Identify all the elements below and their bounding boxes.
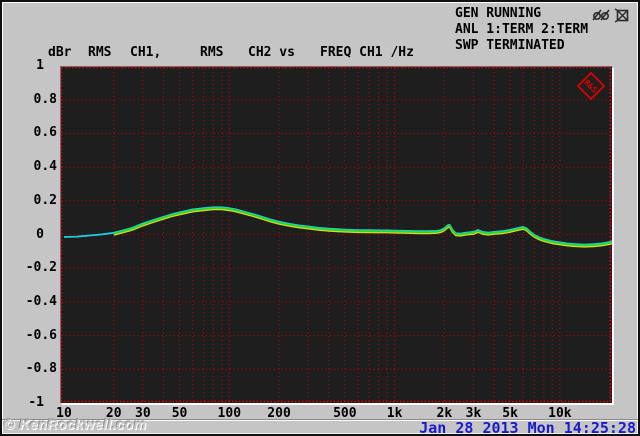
- plot-border: [60, 66, 612, 403]
- trace-ch1: [63, 206, 613, 246]
- status-generator: GEN RUNNING: [455, 6, 542, 21]
- y-tick-label: -0.6: [25, 327, 57, 343]
- watermark: © KenRockwell.com: [4, 416, 147, 432]
- y-tick-label: -1: [28, 395, 44, 410]
- frequency-response-chart: R&S: [60, 66, 613, 403]
- x-axis-label: FREQ CH1 /Hz: [320, 45, 414, 60]
- y-tick-label: 0: [36, 226, 44, 242]
- rs-logo: R&S: [576, 71, 606, 101]
- keyboard-disabled-icon: [592, 9, 610, 21]
- datetime-label: Jan 28 2013 Mon 14:25:28: [419, 419, 636, 436]
- y-tick-label: 0.6: [33, 125, 57, 141]
- y-tick-label: 0.2: [33, 192, 57, 208]
- plot-area: R&S: [60, 66, 613, 403]
- trace2-detector-label: RMS: [200, 45, 224, 60]
- trace2-channel-label: CH2 vs: [248, 45, 295, 60]
- y-tick-label: 1: [36, 58, 44, 73]
- status-sweep: SWP TERMINATED: [455, 38, 565, 53]
- trace1-channel-label: CH1,: [130, 45, 162, 60]
- trace1-detector-label: RMS: [88, 45, 112, 60]
- monitor-disabled-icon: [614, 8, 629, 23]
- y-tick-label: -0.2: [25, 260, 57, 276]
- y-axis-unit: dBr: [48, 45, 72, 60]
- status-analyzer: ANL 1:TERM 2:TERM: [455, 22, 589, 37]
- analyzer-screen: GEN RUNNING ANL 1:TERM 2:TERM SWP TERMIN…: [0, 0, 640, 436]
- y-tick-label: -0.8: [25, 361, 57, 377]
- y-tick-label: 0.4: [33, 159, 57, 175]
- y-tick-label: -0.4: [25, 293, 57, 309]
- y-tick-label: 0.8: [33, 91, 57, 107]
- trace-ch2-fringe: [113, 208, 613, 248]
- status-icons: [592, 8, 631, 23]
- status-panel: GEN RUNNING ANL 1:TERM 2:TERM SWP TERMIN…: [455, 6, 588, 54]
- trace-ch2: [113, 207, 613, 247]
